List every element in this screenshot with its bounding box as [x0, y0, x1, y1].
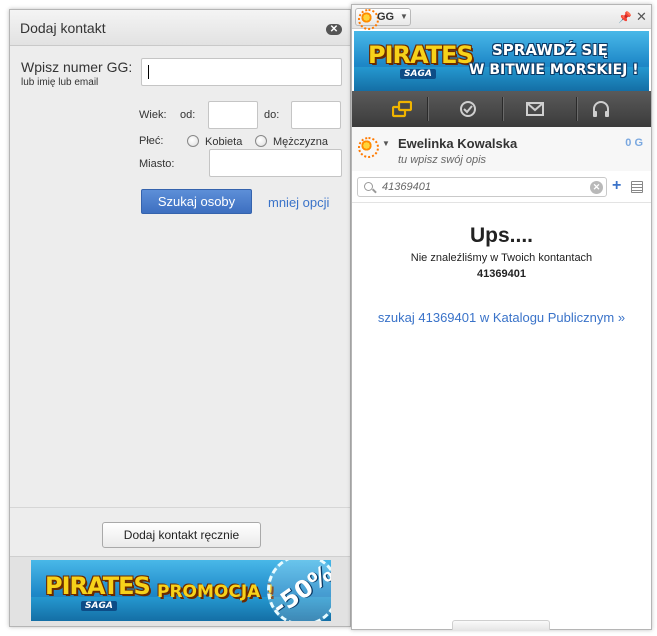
app-root: Dodaj kontakt ✕ Wpisz numer GG: lub imię… [0, 0, 657, 636]
banner-line2: W BITWIE MORSKIEJ ! [469, 62, 639, 78]
banner-logo-sub: SAGA [400, 69, 436, 79]
city-label: Miasto: [139, 158, 175, 170]
toolbar-separator [427, 97, 428, 121]
age-label: Wiek: [139, 109, 167, 121]
not-found-message: Nie znaleźliśmy w Twoich kontantach [410, 252, 593, 264]
gender-female-radio[interactable] [187, 135, 199, 147]
user-name: Ewelinka Kowalska [398, 136, 518, 151]
age-from-label: od: [180, 109, 196, 121]
text-caret [148, 65, 149, 79]
gender-female-label: Kobieta [205, 136, 243, 148]
gender-label: Płeć: [139, 135, 164, 147]
close-icon[interactable]: ✕ [636, 9, 647, 25]
gg-menu-button[interactable]: GG ▼ [355, 8, 411, 30]
chevron-down-icon: ▼ [400, 12, 408, 21]
search-public-catalog-link[interactable]: szukaj 41369401 w Katalogu Publicznym » [352, 310, 651, 325]
top-banner[interactable]: PIRATES SAGA SPRAWDŹ SIĘ W BITWIE MORSKI… [354, 31, 649, 91]
banner-logo: PIRATES [368, 41, 474, 69]
add-contact-icon[interactable]: + [612, 177, 621, 195]
age-from-input[interactable] [208, 101, 258, 129]
banner-logo-sub: SAGA [81, 601, 117, 611]
clear-icon[interactable]: ✕ [590, 181, 603, 194]
age-to-input[interactable] [291, 101, 341, 129]
resize-grip[interactable] [452, 620, 550, 630]
search-icon [364, 182, 373, 191]
headphones-icon[interactable] [591, 100, 611, 118]
gg-sun-icon [358, 9, 379, 30]
status-icon[interactable] [458, 100, 478, 118]
gg-number-sublabel: lub imię lub email [21, 77, 99, 88]
gg-balance[interactable]: 0 G [625, 137, 643, 149]
contact-search-input[interactable]: 41369401 ✕ [357, 177, 607, 197]
contact-search-row: 41369401 ✕ + [352, 175, 651, 203]
close-icon[interactable]: ✕ [326, 24, 342, 35]
banner-logo: PIRATES [45, 572, 151, 600]
gg-main-window: GG ▼ 📌 ✕ PIRATES SAGA SPRAWDŹ SIĘ W BITW… [351, 4, 652, 630]
city-input[interactable] [209, 149, 342, 177]
promo-banner[interactable]: PIRATES SAGA PROMOCJA ! -50% [31, 560, 331, 621]
contacts-icon[interactable] [392, 100, 412, 118]
banner-line1: SPRAWDŹ SIĘ [492, 41, 609, 59]
panel-title: Dodaj kontakt [20, 20, 106, 36]
gg-number-input[interactable] [141, 58, 342, 86]
gg-menu-label: GG [377, 11, 395, 23]
contact-search-value: 41369401 [382, 181, 431, 193]
add-contact-panel: Dodaj kontakt ✕ Wpisz numer GG: lub imię… [9, 9, 351, 627]
gg-number-label: Wpisz numer GG: [21, 59, 133, 75]
not-found-number: 41369401 [477, 268, 526, 280]
gender-male-radio[interactable] [255, 135, 267, 147]
banner-promo-text: PROMOCJA ! [157, 582, 274, 602]
age-to-label: do: [264, 109, 280, 121]
mail-icon[interactable] [525, 100, 545, 118]
chevron-down-icon[interactable]: ▼ [382, 139, 390, 148]
toolbar-separator [576, 97, 577, 121]
pin-icon[interactable]: 📌 [618, 11, 632, 24]
search-person-button[interactable]: Szukaj osoby [141, 189, 252, 214]
availability-sun-icon[interactable] [358, 137, 379, 158]
user-profile-row[interactable]: ▼ Ewelinka Kowalska tu wpisz swój opis 0… [352, 127, 651, 171]
not-found-title: Ups.... [469, 224, 533, 247]
add-contact-manually-button[interactable]: Dodaj kontakt ręcznie [102, 522, 261, 548]
toolbar-separator [502, 97, 503, 121]
panel-header: Dodaj kontakt ✕ [10, 10, 350, 46]
gender-male-label: Mężczyzna [273, 136, 329, 148]
title-bar: GG ▼ 📌 ✕ [352, 5, 651, 30]
fewer-options-link[interactable]: mniej opcji [268, 195, 329, 210]
banner-zone: PIRATES SAGA PROMOCJA ! -50% [10, 556, 350, 626]
main-toolbar [352, 91, 651, 127]
status-description[interactable]: tu wpisz swój opis [398, 154, 486, 166]
list-view-icon[interactable] [631, 181, 643, 193]
divider [10, 507, 350, 508]
